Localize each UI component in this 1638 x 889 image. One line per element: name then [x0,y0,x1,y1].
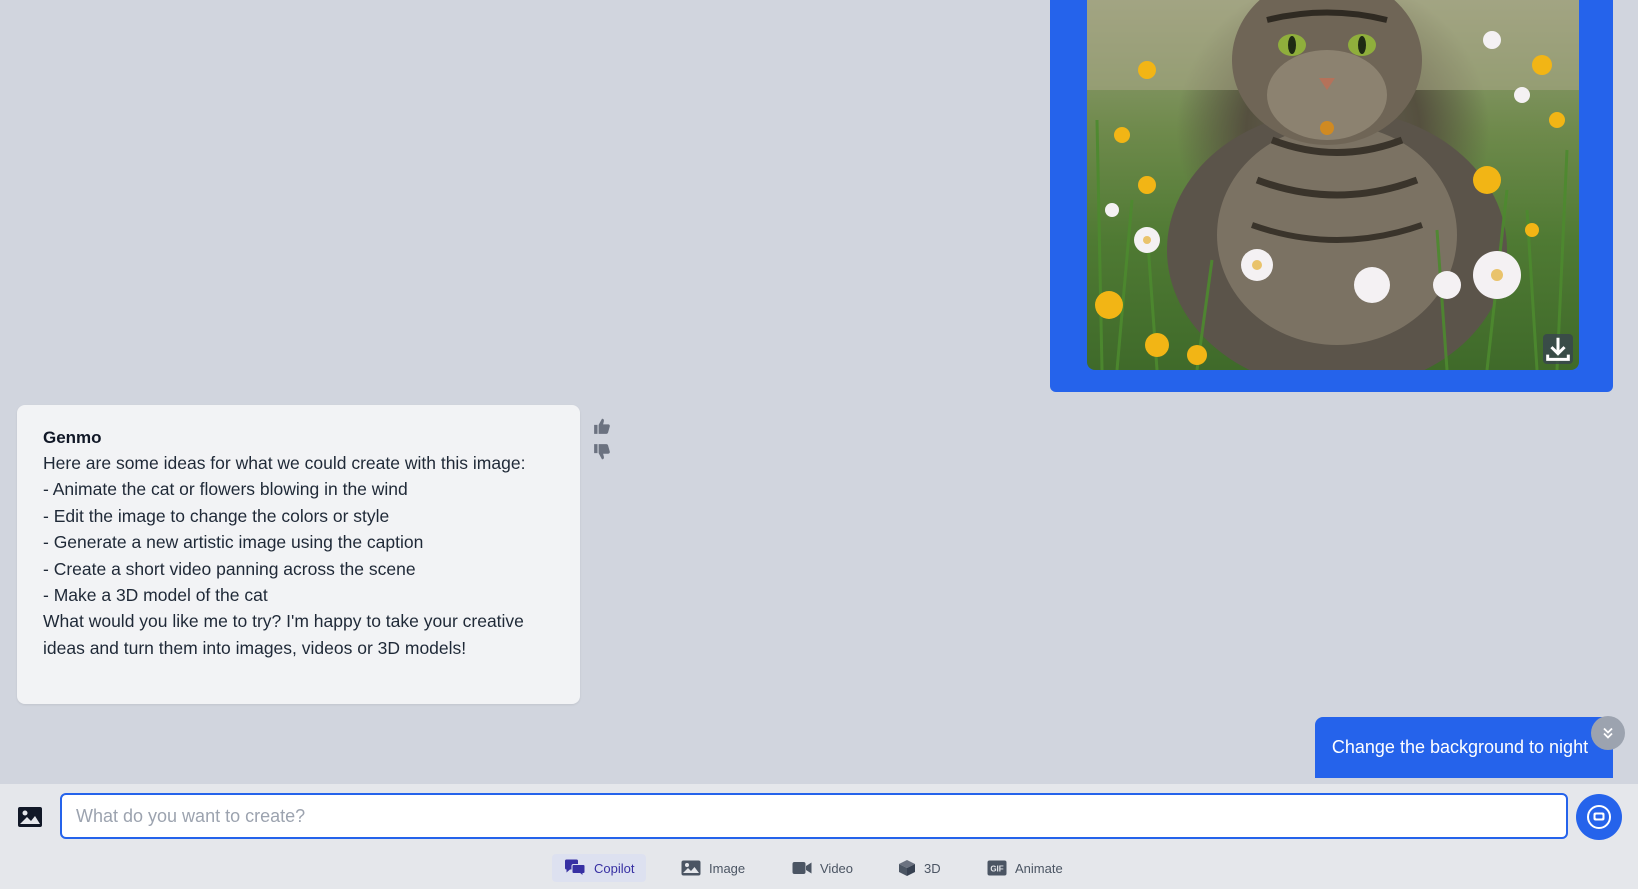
mode-label: Copilot [594,860,635,876]
svg-text:GIF: GIF [990,865,1003,874]
scroll-to-bottom-button[interactable] [1591,716,1625,750]
image-message [1050,0,1613,392]
mode-selector: Copilot Image Video 3D GIF Animate [0,854,1638,884]
thumbs-up-icon[interactable] [593,417,611,435]
download-button[interactable] [1543,334,1573,364]
mode-copilot[interactable]: Copilot [552,854,647,882]
mode-animate[interactable]: GIF Animate [975,854,1075,882]
generated-cat-image[interactable] [1087,0,1579,370]
cat-illustration [1087,0,1579,370]
chat-send-icon [1587,805,1611,829]
mode-label: Animate [1015,860,1063,876]
chat-bubbles-icon [565,859,586,877]
upload-image-button[interactable] [17,804,43,830]
send-button[interactable] [1576,794,1622,840]
download-icon [1546,337,1570,361]
mode-label: 3D [924,860,941,876]
mode-image[interactable]: Image [669,854,757,882]
assistant-name: Genmo [43,428,102,447]
cube-icon [899,860,915,876]
image-upload-icon [18,807,42,827]
assistant-message-text: Here are some ideas for what we could cr… [43,453,526,658]
thumbs-down-icon[interactable] [593,443,611,461]
mode-video[interactable]: Video [780,854,865,882]
prompt-input[interactable] [60,793,1568,839]
image-icon [681,860,701,876]
mode-label: Video [820,860,854,876]
assistant-message: Genmo Here are some ideas for what we co… [17,405,580,704]
mode-3d[interactable]: 3D [886,854,953,882]
user-message-text: Change the background to night [1331,737,1589,757]
gif-icon: GIF [987,860,1007,876]
message-feedback [593,417,611,469]
composer: Copilot Image Video 3D [0,784,1638,889]
chevron-double-down-icon [1603,727,1613,739]
mode-label: Image [709,860,746,876]
user-message: Change the background to night [1315,717,1613,778]
video-camera-icon [792,862,812,874]
